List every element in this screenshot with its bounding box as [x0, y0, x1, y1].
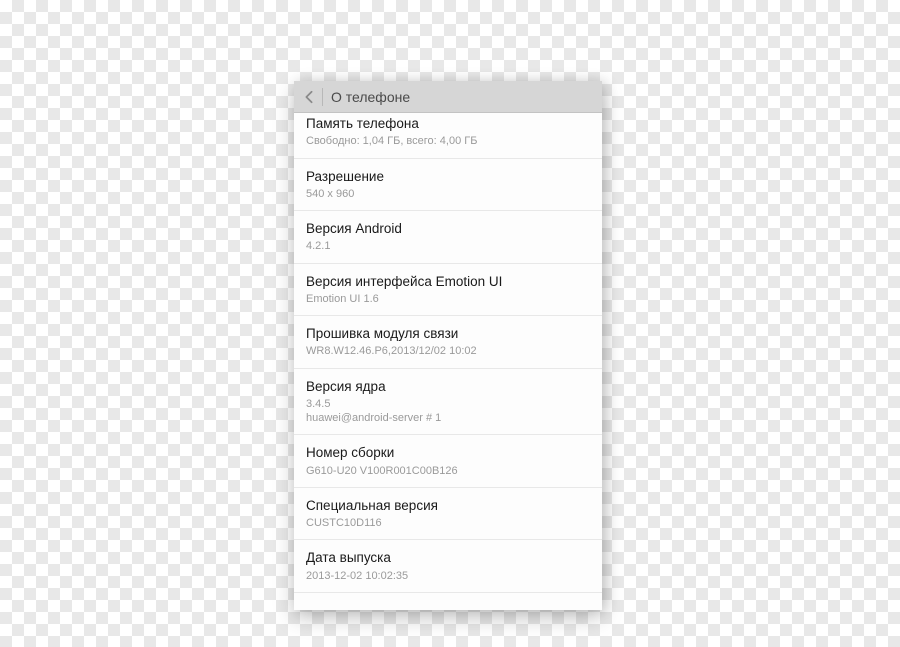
item-title: Версия Android: [306, 220, 590, 238]
list-item-baseband-version[interactable]: Прошивка модуля связи WR8.W12.46.P6,2013…: [294, 316, 602, 369]
list-item-release-date[interactable]: Дата выпуска 2013-12-02 10:02:35: [294, 540, 602, 593]
item-title: Память телефона: [306, 115, 590, 133]
page-title: О телефоне: [331, 89, 410, 105]
list-item-phone-memory[interactable]: Память телефона Свободно: 1,04 ГБ, всего…: [294, 113, 602, 159]
list-item-custom-version[interactable]: Специальная версия CUSTC10D116: [294, 488, 602, 541]
item-value: CUSTC10D116: [306, 516, 590, 530]
item-title: Прошивка модуля связи: [306, 325, 590, 343]
header-bar: О телефоне: [294, 81, 602, 113]
list-item-android-version[interactable]: Версия Android 4.2.1: [294, 211, 602, 264]
item-title: Специальная версия: [306, 497, 590, 515]
header-divider: [322, 88, 323, 106]
item-value: Свободно: 1,04 ГБ, всего: 4,00 ГБ: [306, 134, 590, 148]
item-value: 540 x 960: [306, 187, 590, 201]
list-item-build-number[interactable]: Номер сборки G610-U20 V100R001C00B126: [294, 435, 602, 488]
list-item-kernel-version[interactable]: Версия ядра 3.4.5 huawei@android-server …: [294, 369, 602, 436]
item-value: Emotion UI 1.6: [306, 292, 590, 306]
item-title: Номер сборки: [306, 444, 590, 462]
item-title: Разрешение: [306, 168, 590, 186]
chevron-left-icon: [304, 90, 314, 104]
item-value: 3.4.5: [306, 397, 590, 411]
item-title: Версия ядра: [306, 378, 590, 396]
back-button[interactable]: [302, 90, 316, 104]
item-value: WR8.W12.46.P6,2013/12/02 10:02: [306, 344, 590, 358]
item-value: 2013-12-02 10:02:35: [306, 569, 590, 583]
list-item-emotion-ui-version[interactable]: Версия интерфейса Emotion UI Emotion UI …: [294, 264, 602, 317]
list-item-resolution[interactable]: Разрешение 540 x 960: [294, 159, 602, 212]
item-value: G610-U20 V100R001C00B126: [306, 464, 590, 478]
phone-screen: О телефоне Память телефона Свободно: 1,0…: [294, 81, 602, 610]
item-value-line2: huawei@android-server # 1: [306, 411, 590, 425]
item-title: Дата выпуска: [306, 549, 590, 567]
item-title: Версия интерфейса Emotion UI: [306, 273, 590, 291]
item-value: 4.2.1: [306, 239, 590, 253]
settings-list: Память телефона Свободно: 1,04 ГБ, всего…: [294, 113, 602, 610]
